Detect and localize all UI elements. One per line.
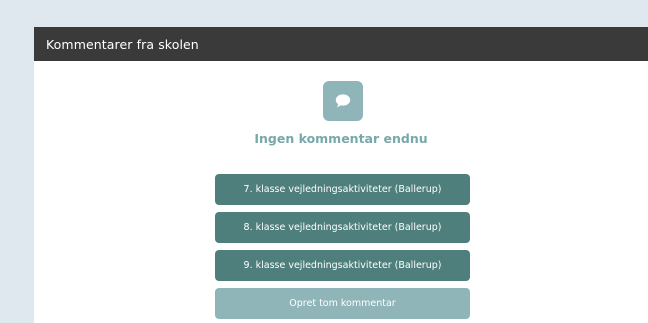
empty-state-message: Ingen kommentar endnu — [254, 131, 428, 146]
button-label: 8. klasse vejledningsaktiviteter (Baller… — [243, 222, 442, 233]
comments-card: Kommentarer fra skolen Ingen kommentar e… — [34, 27, 648, 323]
card-title: Kommentarer fra skolen — [46, 36, 199, 52]
template-8-klasse-button[interactable]: 8. klasse vejledningsaktiviteter (Baller… — [215, 212, 470, 243]
create-empty-comment-button[interactable]: Opret tom kommentar — [215, 288, 470, 319]
speech-bubble-icon — [323, 81, 363, 121]
template-9-klasse-button[interactable]: 9. klasse vejledningsaktiviteter (Baller… — [215, 250, 470, 281]
card-header: Kommentarer fra skolen — [34, 27, 648, 61]
button-label: 9. klasse vejledningsaktiviteter (Baller… — [243, 260, 442, 271]
button-label: Opret tom kommentar — [289, 298, 396, 309]
template-7-klasse-button[interactable]: 7. klasse vejledningsaktiviteter (Baller… — [215, 174, 470, 205]
button-label: 7. klasse vejledningsaktiviteter (Baller… — [243, 184, 442, 195]
